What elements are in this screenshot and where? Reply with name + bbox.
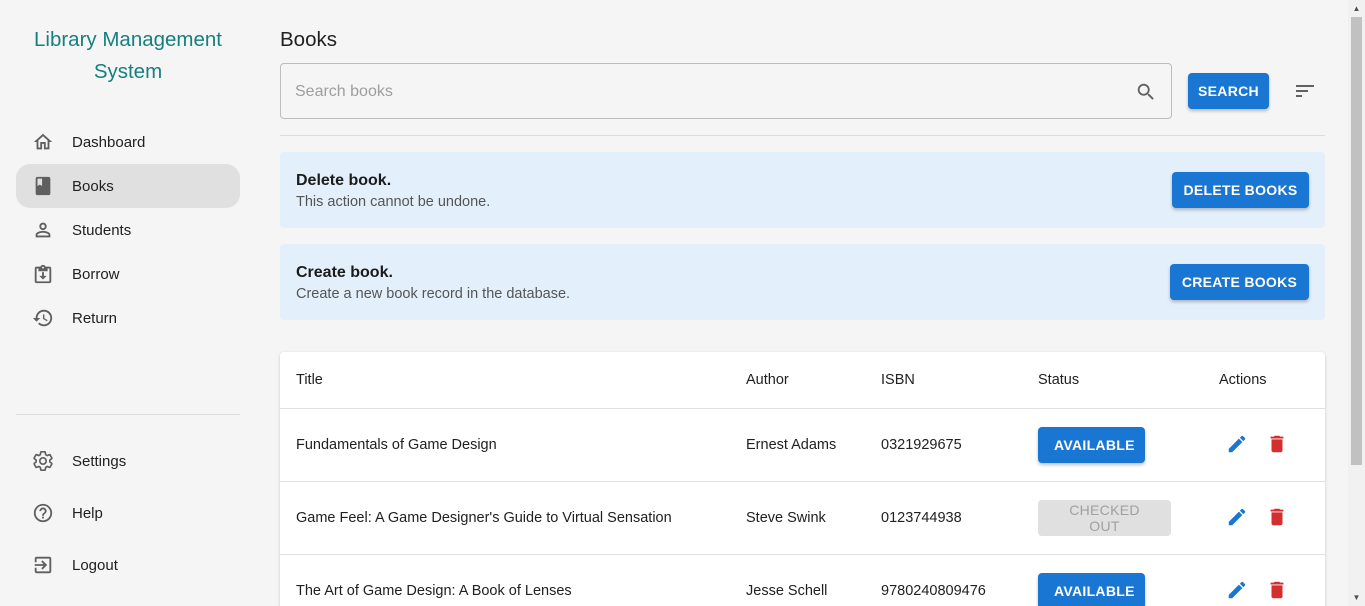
sidebar-item-label: Students xyxy=(72,221,132,239)
sidebar-item-label: Books xyxy=(72,177,114,195)
column-header-actions: Actions xyxy=(1219,372,1267,388)
book-icon xyxy=(16,175,72,197)
table-row: The Art of Game Design: A Book of Lenses… xyxy=(280,555,1325,606)
person-icon xyxy=(16,219,72,241)
search-input[interactable] xyxy=(295,80,1115,104)
scroll-up-arrow-icon[interactable]: ▲ xyxy=(1348,0,1365,17)
edit-icon[interactable] xyxy=(1226,433,1250,457)
create-book-alert: Create book. Create a new book record in… xyxy=(280,244,1325,320)
sidebar-item-label: Return xyxy=(72,309,118,327)
alert-title: Delete book. xyxy=(296,172,392,189)
borrow-icon xyxy=(16,263,72,285)
column-header-isbn[interactable]: ISBN xyxy=(881,372,915,388)
table-row: Fundamentals of Game Design Ernest Adams… xyxy=(280,409,1325,482)
books-table: Title Author ISBN Status Actions Fundame… xyxy=(280,352,1325,606)
edit-icon[interactable] xyxy=(1226,579,1250,603)
book-title: Fundamentals of Game Design xyxy=(296,437,497,453)
sidebar-item-label: Borrow xyxy=(72,265,120,283)
search-icon[interactable] xyxy=(1135,81,1157,103)
status-badge[interactable]: AVAILABLE xyxy=(1038,573,1145,606)
scrollbar-thumb[interactable] xyxy=(1351,17,1362,465)
app-title-line1: Library Management xyxy=(33,28,222,51)
delete-book-alert: Delete book. This action cannot be undon… xyxy=(280,152,1325,228)
delete-icon[interactable] xyxy=(1266,579,1290,603)
sidebar-item-logout[interactable]: Logout xyxy=(16,543,240,587)
table-row: Game Feel: A Game Designer's Guide to Vi… xyxy=(280,482,1325,555)
alert-description: This action cannot be undone. xyxy=(296,194,491,210)
page-title: Books xyxy=(280,28,337,51)
sidebar-item-label: Help xyxy=(72,504,103,522)
sidebar-item-books[interactable]: Books xyxy=(16,164,240,208)
gear-icon xyxy=(16,450,72,472)
book-title: The Art of Game Design: A Book of Lenses xyxy=(296,583,572,599)
app-title-line2: System xyxy=(93,60,163,83)
book-author: Ernest Adams xyxy=(746,437,837,453)
search-field[interactable] xyxy=(280,63,1172,119)
sidebar-item-dashboard[interactable]: Dashboard xyxy=(16,120,240,164)
delete-icon[interactable] xyxy=(1266,506,1290,530)
book-author: Steve Swink xyxy=(746,510,826,526)
sidebar-item-students[interactable]: Students xyxy=(16,208,240,252)
sidebar-item-borrow[interactable]: Borrow xyxy=(16,252,240,296)
column-header-title[interactable]: Title xyxy=(296,372,323,388)
app-title: Library Management System xyxy=(0,24,256,88)
sidebar-item-settings[interactable]: Settings xyxy=(16,439,240,483)
column-header-author[interactable]: Author xyxy=(746,372,789,388)
sidebar-divider xyxy=(16,414,240,415)
sidebar-bottom-nav: Settings Help Logout xyxy=(16,439,240,595)
sort-icon[interactable] xyxy=(1293,79,1317,103)
book-isbn: 0123744938 xyxy=(881,510,962,526)
status-badge: CHECKED OUT xyxy=(1038,500,1171,536)
book-author: Jesse Schell xyxy=(746,583,828,599)
table-header: Title Author ISBN Status Actions xyxy=(280,352,1325,409)
sidebar-item-help[interactable]: Help xyxy=(16,491,240,535)
sidebar-nav: Dashboard Books Students Borrow Return xyxy=(16,120,240,340)
help-icon xyxy=(16,502,72,524)
book-title: Game Feel: A Game Designer's Guide to Vi… xyxy=(296,510,672,526)
create-books-button[interactable]: Create Books xyxy=(1170,264,1309,300)
divider xyxy=(280,135,1325,136)
sidebar-item-return[interactable]: Return xyxy=(16,296,240,340)
sidebar-item-label: Logout xyxy=(72,556,118,574)
book-isbn: 0321929675 xyxy=(881,437,962,453)
home-icon xyxy=(16,131,72,153)
delete-icon[interactable] xyxy=(1266,433,1290,457)
alert-title: Create book. xyxy=(296,264,393,281)
sidebar-item-label: Dashboard xyxy=(72,133,146,151)
logout-icon xyxy=(16,554,72,576)
book-isbn: 9780240809476 xyxy=(881,583,986,599)
column-header-status[interactable]: Status xyxy=(1038,372,1079,388)
history-icon xyxy=(16,307,72,329)
sidebar: Library Management System Dashboard Book… xyxy=(0,0,256,606)
edit-icon[interactable] xyxy=(1226,506,1250,530)
delete-books-button[interactable]: Delete Books xyxy=(1172,172,1309,208)
alert-description: Create a new book record in the database… xyxy=(296,286,571,302)
sidebar-item-label: Settings xyxy=(72,452,127,470)
vertical-scrollbar[interactable]: ▲ ▼ xyxy=(1348,0,1365,606)
status-badge[interactable]: AVAILABLE xyxy=(1038,427,1145,463)
scroll-down-arrow-icon[interactable]: ▼ xyxy=(1348,589,1365,606)
search-button[interactable]: Search xyxy=(1188,73,1269,109)
